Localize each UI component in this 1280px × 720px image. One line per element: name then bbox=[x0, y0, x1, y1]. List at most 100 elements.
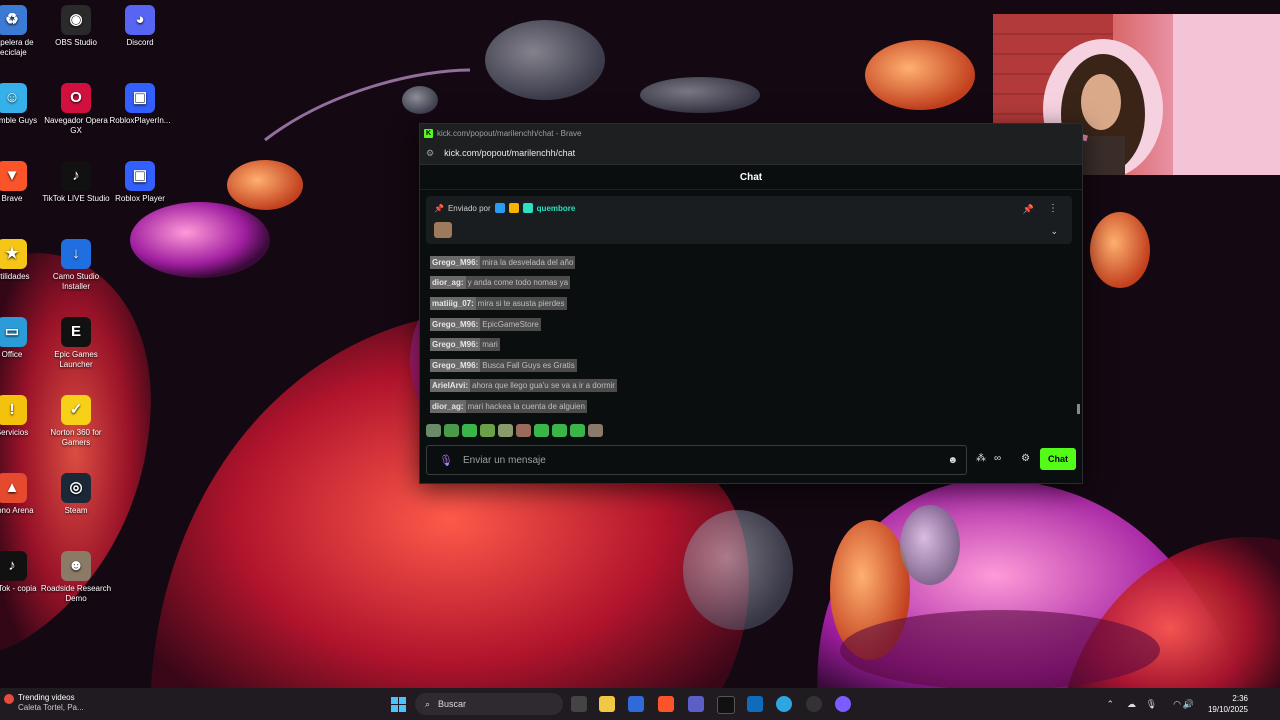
system-clock[interactable]: 2:36 19/10/2025 bbox=[1208, 693, 1248, 715]
chat-message: Grego_M96: mari bbox=[430, 334, 1060, 355]
pinned-username[interactable]: quembore bbox=[537, 204, 576, 213]
desktop-icon-label: Norton 360 for Gamers bbox=[50, 428, 102, 447]
settings-gear-icon[interactable]: ⚙ bbox=[1021, 453, 1030, 464]
emote-icon[interactable] bbox=[534, 424, 549, 437]
chat-message-text: EpicGameStore bbox=[480, 317, 541, 331]
chat-username[interactable]: Grego_M96: bbox=[430, 338, 481, 352]
search-icon: ⌕ bbox=[425, 698, 431, 709]
cloud-icon[interactable]: ☁ bbox=[1127, 699, 1136, 710]
crown-badge-icon bbox=[508, 203, 519, 213]
address-bar[interactable]: ⚙ kick.com/popout/marilenchh/chat bbox=[420, 142, 1082, 165]
microsoft-store-icon[interactable] bbox=[628, 696, 644, 712]
app-icon[interactable] bbox=[835, 696, 851, 712]
news-widget[interactable]: Trending videos Caleta Tortel, Pa... bbox=[4, 693, 84, 713]
chat-message: ArielArvi: ahora que llego gua'u se va a… bbox=[430, 376, 1060, 397]
desktop-icon[interactable]: ♪ TikTok LIVE Studio bbox=[40, 161, 112, 204]
chat-messages: Grego_M96: mira la desvelada del año dior… bbox=[430, 252, 1060, 417]
warning-icon: ! bbox=[0, 395, 27, 425]
chat-input-placeholder: Enviar un mensaje bbox=[462, 454, 546, 466]
outlook-icon[interactable] bbox=[747, 696, 763, 712]
chat-username[interactable]: ArielArvi: bbox=[430, 379, 471, 393]
chat-username[interactable]: dior_ag: bbox=[430, 399, 466, 413]
emoji-picker-icon[interactable]: ☻ bbox=[947, 455, 958, 466]
chat-popup-window: K kick.com/popout/marilenchh/chat - Brav… bbox=[419, 123, 1083, 484]
chat-message-input[interactable]: 🎙 Enviar un mensaje ☻ bbox=[426, 445, 967, 475]
pinned-sent-by: Enviado por bbox=[447, 203, 491, 213]
pin-icon: 📌 bbox=[434, 203, 444, 213]
site-settings-icon[interactable]: ⚙ bbox=[426, 148, 434, 159]
chat-username[interactable]: matiiig_07: bbox=[430, 296, 476, 310]
chat-tools: ⁂ ∞ ⚙ bbox=[976, 453, 1030, 464]
more-options-icon[interactable]: ⋮ bbox=[1048, 203, 1058, 214]
url-text: kick.com/popout/marilenchh/chat bbox=[444, 148, 576, 158]
start-button[interactable] bbox=[391, 697, 406, 712]
file-explorer-icon[interactable] bbox=[599, 696, 615, 712]
send-chat-button[interactable]: Chat bbox=[1040, 448, 1076, 470]
discord-icon: ◕ bbox=[125, 5, 155, 35]
points-icon[interactable]: ⁂ bbox=[976, 453, 986, 464]
chat-message: dior_ag: mari hackea la cuenta de alguie… bbox=[430, 396, 1060, 417]
emote-icon[interactable] bbox=[444, 424, 459, 437]
chat-message-text: mari bbox=[480, 338, 500, 352]
window-title: kick.com/popout/marilenchh/chat - Brave bbox=[437, 128, 582, 138]
chat-message-text: ahora que llego gua'u se va a ir a dormi… bbox=[470, 379, 617, 393]
desktop-icon-label: Discord bbox=[126, 38, 154, 47]
tiktok-icon[interactable] bbox=[717, 696, 735, 714]
teams-icon[interactable] bbox=[688, 696, 704, 712]
badge-icon bbox=[494, 203, 505, 213]
chat-username[interactable]: Grego_M96: bbox=[430, 255, 481, 269]
pin-toggle-icon[interactable]: 📌 bbox=[1023, 204, 1034, 215]
download-icon: ↓ bbox=[61, 239, 91, 269]
desktop-icon[interactable]: E Epic Games Launcher bbox=[40, 317, 112, 370]
desktop-icon-label: Navegador Opera GX bbox=[44, 116, 108, 135]
desktop-icon[interactable]: ✓ Norton 360 for Gamers bbox=[40, 395, 112, 448]
norton-icon: ✓ bbox=[61, 395, 91, 425]
infinity-icon[interactable]: ∞ bbox=[994, 453, 1001, 464]
desktop-icon[interactable]: ◉ OBS Studio bbox=[40, 5, 112, 48]
recycle-bin-icon: ♻ bbox=[0, 5, 27, 35]
emote-icon[interactable] bbox=[498, 424, 513, 437]
chat-scrollbar[interactable] bbox=[1077, 404, 1080, 414]
chat-username[interactable]: Grego_M96: bbox=[430, 317, 481, 331]
chat-message-text: mira la desvelada del año bbox=[480, 255, 576, 269]
desktop-icon[interactable]: ◎ Steam bbox=[40, 473, 112, 516]
emote-icon[interactable] bbox=[480, 424, 495, 437]
desktop-icon-label: TikTok LIVE Studio bbox=[42, 194, 110, 203]
emote-icon[interactable] bbox=[570, 424, 585, 437]
roadside-research-icon: ☻ bbox=[61, 551, 91, 581]
chat-message: dior_ag: y anda come todo nomas ya bbox=[430, 273, 1060, 294]
emote-icon[interactable] bbox=[552, 424, 567, 437]
microphone-icon[interactable]: 🎙 bbox=[439, 454, 453, 467]
task-view-icon[interactable] bbox=[571, 696, 587, 712]
chat-username[interactable]: Grego_M96: bbox=[430, 358, 481, 372]
emote-icon[interactable] bbox=[516, 424, 531, 437]
volume-icon[interactable]: 🔊 bbox=[1183, 699, 1194, 710]
wifi-icon[interactable]: ◠ bbox=[1173, 699, 1181, 710]
roblox-icon: ▣ bbox=[125, 161, 155, 191]
edge-icon[interactable] bbox=[776, 696, 792, 712]
microphone-icon[interactable]: 🎙 bbox=[1146, 699, 1157, 710]
desktop-icon-label: Camo Studio Installer bbox=[52, 272, 100, 291]
pinned-message: 📌 Enviado por quembore 📌 ⋮ ⌄ bbox=[426, 196, 1072, 244]
chat-message: Grego_M96: EpicGameStore bbox=[430, 314, 1060, 335]
chevron-down-icon[interactable]: ⌄ bbox=[1050, 226, 1058, 237]
emote-icon[interactable] bbox=[426, 424, 441, 437]
desktop-icon-label: Steam bbox=[64, 506, 88, 515]
emote-icon[interactable] bbox=[462, 424, 477, 437]
desktop-icon[interactable]: O Navegador Opera GX bbox=[40, 83, 112, 136]
desktop-icon[interactable]: ▣ Roblox Player bbox=[104, 161, 176, 204]
obs-icon[interactable] bbox=[806, 696, 822, 712]
badge-icon bbox=[522, 203, 533, 213]
desktop-icon[interactable]: ◕ Discord bbox=[104, 5, 176, 48]
desktop-icon[interactable]: ▣ RobloxPlayerIn... bbox=[104, 83, 176, 126]
chat-message-text: Busca Fall Guys es Gratis bbox=[480, 358, 577, 372]
taskbar-search[interactable]: ⌕ Buscar bbox=[415, 693, 563, 715]
emote-icon[interactable] bbox=[588, 424, 603, 437]
chevron-up-icon[interactable]: ⌃ bbox=[1106, 699, 1114, 710]
kick-logo-icon: K bbox=[424, 128, 433, 138]
desktop-icon[interactable]: ☻ Roadside Research Demo bbox=[40, 551, 112, 604]
chat-username[interactable]: dior_ag: bbox=[430, 276, 466, 290]
brave-icon[interactable] bbox=[658, 696, 674, 712]
window-titlebar[interactable]: K kick.com/popout/marilenchh/chat - Brav… bbox=[420, 124, 1082, 142]
desktop-icon[interactable]: ↓ Camo Studio Installer bbox=[40, 239, 112, 292]
